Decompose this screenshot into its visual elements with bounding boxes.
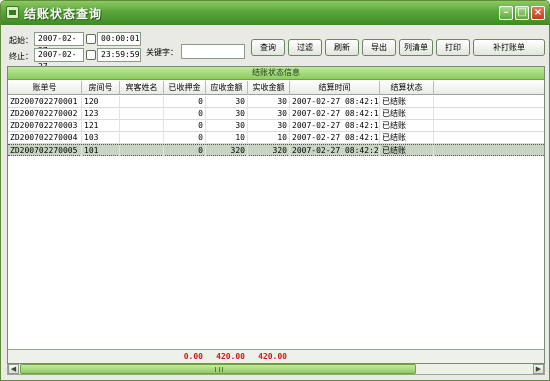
deposit-cell: 0 (164, 132, 206, 144)
amount-due-cell: 30 (206, 120, 248, 132)
amount-due-cell: 30 (206, 108, 248, 120)
room-no-cell: 120 (82, 96, 120, 108)
filter-button[interactable]: 过滤 (288, 39, 322, 56)
column-list-button[interactable]: 列清单 (399, 39, 433, 56)
start-time-field[interactable]: 00:00:01 (97, 32, 141, 46)
horizontal-scrollbar[interactable]: ◀ ▶ (7, 364, 545, 375)
amount-paid-cell: 320 (248, 145, 290, 157)
print-button[interactable]: 打印 (436, 39, 470, 56)
start-date-dropdown[interactable] (86, 34, 96, 44)
settle-status-cell: 已结账 (380, 96, 434, 108)
grid-caption: 结账状态信息 (8, 67, 544, 80)
guest-name-cell (120, 108, 164, 120)
app-icon (6, 6, 19, 19)
close-button[interactable]: × (531, 6, 545, 20)
amount-paid-cell: 30 (248, 96, 290, 108)
totals-row: 0.00 420.00 420.00 (8, 349, 544, 363)
amount-due-cell: 10 (206, 132, 248, 144)
query-button[interactable]: 查询 (251, 39, 285, 56)
amount-paid-cell: 30 (248, 120, 290, 132)
end-date-field[interactable]: 2007-02-27 (34, 48, 84, 71)
guest-name-cell (120, 132, 164, 144)
room-no-cell: 123 (82, 108, 120, 120)
settle-status-cell: 已结账 (380, 145, 434, 157)
settle-time-cell: 2007-02-27 08:42:14 (292, 108, 380, 120)
close-icon: × (533, 7, 543, 18)
amount-paid-cell: 10 (248, 132, 290, 144)
table-row[interactable]: ZD200702270004 103 0 10 10 2007-02-27 08… (8, 132, 544, 144)
grip-icon (215, 367, 223, 372)
start-label: 起始： (9, 36, 33, 45)
minimize-icon: – (503, 7, 509, 18)
guest-name-cell (120, 120, 164, 132)
settle-time-cell: 2007-02-27 08:42:19 (292, 132, 380, 144)
grid-header: 账单号 房间号 宾客姓名 已收押金 应收金额 实收金额 结算时间 结算状态 (8, 81, 544, 95)
minimize-button[interactable]: – (499, 6, 513, 20)
bill-no-cell: ZD200702270002 (8, 108, 82, 120)
maximize-button[interactable]: □ (515, 6, 529, 20)
scroll-thumb[interactable] (20, 364, 416, 374)
reprint-bill-button[interactable]: 补打账单 (473, 39, 545, 56)
guest-name-cell (120, 145, 164, 157)
scroll-left-button[interactable]: ◀ (8, 364, 19, 374)
room-no-cell: 101 (82, 145, 120, 157)
deposit-cell: 0 (164, 96, 206, 108)
column-header-bill-no[interactable]: 账单号 (8, 81, 82, 95)
settle-time-cell: 2007-02-27 08:42:11 (292, 96, 380, 108)
end-label: 终止： (9, 52, 33, 61)
maximize-icon: □ (517, 7, 527, 18)
table-row-selected[interactable]: ZD200702270005 101 0 320 320 2007-02-27 … (8, 144, 544, 157)
bill-no-cell: ZD200702270003 (8, 120, 82, 132)
scroll-left-icon: ◀ (10, 365, 17, 373)
deposit-cell: 0 (164, 108, 206, 120)
room-no-cell: 103 (82, 132, 120, 144)
room-no-cell: 121 (82, 120, 120, 132)
title-bar[interactable]: 结账状态查询 – □ × (1, 1, 549, 25)
column-header-settle-status[interactable]: 结算状态 (380, 81, 434, 95)
settle-status-cell: 已结账 (380, 132, 434, 144)
checkout-grid: 结账状态信息 账单号 房间号 宾客姓名 已收押金 应收金额 实收金额 结算时间 … (7, 66, 545, 364)
keyword-label: 关键字： (146, 48, 178, 57)
bill-no-cell: ZD200702270004 (8, 132, 82, 144)
amount-paid-cell: 30 (248, 108, 290, 120)
column-header-settle-time[interactable]: 结算时间 (290, 81, 380, 95)
column-header-guest-name[interactable]: 宾客姓名 (120, 81, 164, 95)
settle-status-cell: 已结账 (380, 108, 434, 120)
settle-time-cell: 2007-02-27 08:42:23 (292, 145, 380, 157)
table-row[interactable]: ZD200702270003 121 0 30 30 2007-02-27 08… (8, 120, 544, 132)
deposit-cell: 0 (164, 120, 206, 132)
guest-name-cell (120, 96, 164, 108)
total-deposit: 0.00 (183, 352, 203, 361)
total-amount-paid: 420.00 (258, 352, 287, 361)
end-time-field[interactable]: 23:59:59 (97, 48, 141, 62)
window-title: 结账状态查询 (24, 7, 103, 21)
start-date-field[interactable]: 2007-02-27 (34, 32, 84, 55)
refresh-button[interactable]: 刷新 (325, 39, 359, 56)
settle-time-cell: 2007-02-27 08:42:17 (292, 120, 380, 132)
settle-status-cell: 已结账 (380, 120, 434, 132)
total-amount-due: 420.00 (216, 352, 245, 361)
checkout-status-window: 结账状态查询 – □ × 起始： 2007-02-27 00:00:01 终止：… (0, 0, 550, 381)
column-header-room-no[interactable]: 房间号 (82, 81, 120, 95)
table-row[interactable]: ZD200702270002 123 0 30 30 2007-02-27 08… (8, 108, 544, 120)
scroll-right-button[interactable]: ▶ (533, 364, 544, 374)
amount-due-cell: 320 (206, 145, 248, 157)
scroll-right-icon: ▶ (535, 365, 542, 373)
amount-due-cell: 30 (206, 96, 248, 108)
end-date-dropdown[interactable] (86, 50, 96, 60)
bill-no-cell: ZD200702270005 (8, 145, 82, 157)
column-header-amount-due[interactable]: 应收金额 (206, 81, 248, 95)
export-button[interactable]: 导出 (362, 39, 396, 56)
deposit-cell: 0 (164, 145, 206, 157)
bill-no-cell: ZD200702270001 (8, 96, 82, 108)
keyword-input[interactable] (181, 44, 245, 59)
table-row[interactable]: ZD200702270001 120 0 30 30 2007-02-27 08… (8, 96, 544, 108)
column-header-amount-paid[interactable]: 实收金额 (248, 81, 290, 95)
column-header-deposit[interactable]: 已收押金 (164, 81, 206, 95)
